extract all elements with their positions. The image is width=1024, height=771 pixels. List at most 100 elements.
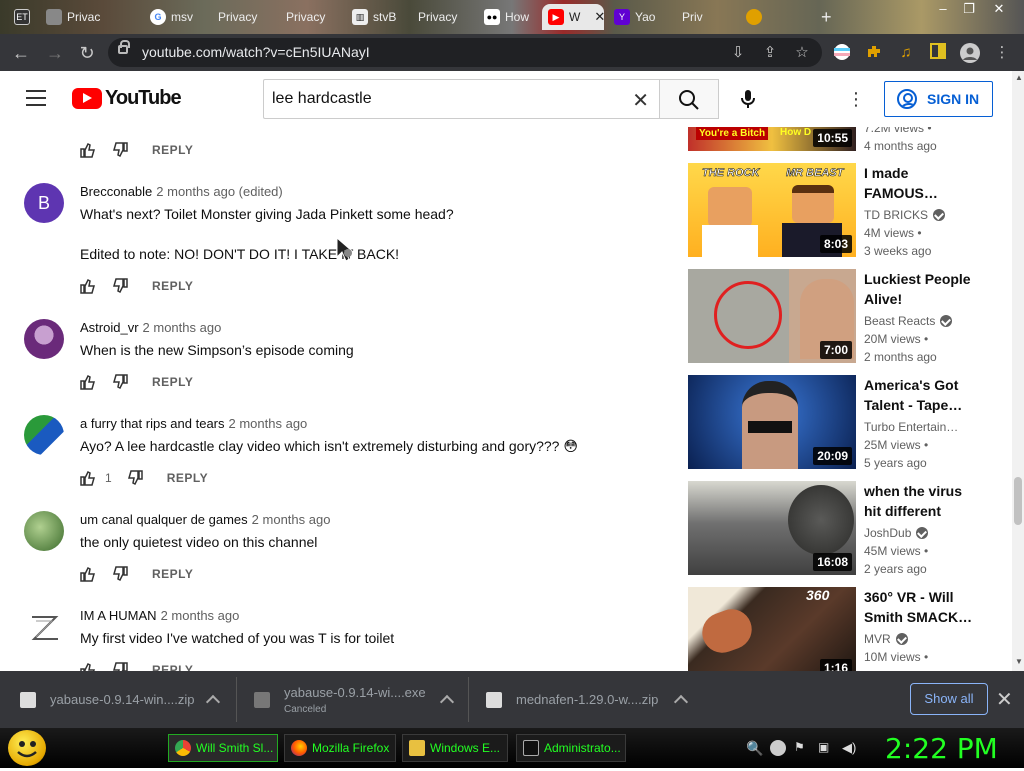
puzzle-extension-icon[interactable] [864, 43, 884, 63]
search-tray-icon[interactable]: 🔍 [746, 740, 763, 756]
tab-youtube-active[interactable]: ▶ W ✕ [542, 4, 604, 30]
profile-icon[interactable] [960, 43, 980, 63]
related-videos: You're a Bitch How D 10:55 7.2M views • … [0, 127, 1012, 671]
video-channel[interactable]: TD BRICKS [864, 208, 946, 222]
show-all-downloads-button[interactable]: Show all [910, 683, 988, 715]
scroll-up-icon[interactable]: ▲ [1015, 73, 1023, 82]
video-age: 5 years ago [864, 456, 927, 470]
bank-icon: ▥ [352, 9, 368, 25]
tab-privacy-1[interactable]: Privac [40, 4, 108, 30]
video-thumbnail[interactable]: 16:08 [688, 481, 856, 575]
taskbar-button-cmd[interactable]: Administrato... [516, 734, 626, 762]
close-window-icon[interactable]: ✕ [986, 0, 1012, 18]
back-icon[interactable]: ← [8, 40, 34, 66]
related-video[interactable]: THE ROCK MR BEAST 8:03 I made FAMOUS… TD… [688, 163, 1008, 259]
close-downloads-icon[interactable]: ✕ [996, 687, 1013, 712]
page-scrollbar[interactable]: ▲ ▼ [1012, 71, 1024, 671]
minimize-icon[interactable]: – [930, 0, 956, 18]
related-video[interactable]: 16:08 when the virus hit different JoshD… [688, 481, 1008, 577]
tab-privacy-2[interactable]: Privacy [212, 4, 280, 30]
zip-file-icon [486, 691, 502, 708]
download-item[interactable]: yabause-0.9.14-win....zip [20, 671, 232, 728]
search-input[interactable]: lee hardcastle ✕ [263, 79, 659, 119]
tab-close-icon[interactable]: ✕ [594, 9, 604, 25]
sidebar-icon[interactable] [928, 43, 948, 63]
scrollbar-thumb[interactable] [1014, 477, 1022, 525]
taskbar-button-chrome[interactable]: Will Smith Sl... [168, 734, 278, 762]
tab-privacy-5[interactable]: Priv [676, 4, 736, 30]
share-icon[interactable]: ⇪ [760, 43, 780, 63]
taskbar-button-explorer[interactable]: Windows E... [402, 734, 508, 762]
browser-tab-strip: ET Privac Gmsv Privacy Privacy ▥ stvB Pri… [0, 0, 1024, 34]
youtube-play-icon [72, 88, 102, 109]
address-bar[interactable]: youtube.com/watch?v=cEn5IUANayI [108, 38, 822, 67]
video-title[interactable]: Luckiest People Alive! [864, 269, 976, 309]
tab-icon [746, 9, 762, 25]
windows-taskbar: Will Smith Sl... Mozilla Firefox Windows… [0, 728, 1024, 768]
sign-in-button[interactable]: SIGN IN [884, 81, 993, 117]
volume-tray-icon[interactable]: ◀) [842, 740, 858, 756]
browser-menu-icon[interactable]: ⋮ [992, 43, 1012, 63]
video-channel[interactable]: Turbo Entertain… [864, 420, 958, 434]
start-button[interactable] [8, 730, 46, 766]
url-text: youtube.com/watch?v=cEn5IUANayI [142, 44, 370, 60]
related-video[interactable]: 360 1:16 360° VR - Will Smith SMACK… MVR… [688, 587, 1008, 671]
video-duration: 10:55 [813, 129, 852, 147]
taskbar-clock[interactable]: 2:22 PM [885, 732, 998, 765]
video-views: 4M views • [864, 226, 922, 240]
tray-app-icon[interactable] [770, 740, 786, 756]
reload-icon[interactable]: ↻ [74, 40, 100, 66]
tab-privacy-3[interactable]: Privacy [280, 4, 346, 30]
chevron-up-icon[interactable] [439, 694, 455, 710]
tab-et[interactable]: ET [8, 4, 38, 30]
video-thumbnail[interactable]: You're a Bitch How D 10:55 [688, 127, 856, 151]
tab-privacy-4[interactable]: Privacy [412, 4, 478, 30]
video-thumbnail[interactable]: 20:09 [688, 375, 856, 469]
download-item[interactable]: mednafen-1.29.0-w....zip [486, 671, 692, 728]
flag-extension-icon[interactable] [832, 43, 852, 63]
voice-search-icon[interactable] [736, 87, 760, 111]
download-item[interactable]: yabause-0.9.14-wi....exe Canceled [254, 671, 455, 728]
video-views: 45M views • [864, 544, 929, 558]
tab-bank[interactable]: ▥ stvB [346, 4, 412, 30]
video-channel[interactable]: JoshDub [864, 526, 929, 540]
restore-icon[interactable]: ❐ [956, 0, 982, 18]
tab-yahoo[interactable]: Y Yao [608, 4, 670, 30]
chevron-up-icon[interactable] [673, 694, 689, 710]
youtube-logo[interactable]: YouTube [72, 87, 182, 110]
video-title[interactable]: when the virus hit different [864, 481, 976, 521]
video-thumbnail[interactable]: 360 1:16 [688, 587, 856, 671]
download-status: Canceled [284, 703, 327, 715]
video-title[interactable]: I made FAMOUS… [864, 163, 976, 203]
video-thumbnail[interactable]: 7:00 [688, 269, 856, 363]
video-title[interactable]: 360° VR - Will Smith SMACK… [864, 587, 976, 627]
network-tray-icon[interactable]: ▣ [818, 740, 834, 756]
tab-google[interactable]: Gmsv [144, 4, 208, 30]
hamburger-menu-icon[interactable] [26, 90, 46, 106]
new-tab-button[interactable]: + [815, 4, 839, 30]
tab-last[interactable] [740, 4, 810, 30]
video-thumbnail[interactable]: THE ROCK MR BEAST 8:03 [688, 163, 856, 257]
settings-more-icon[interactable]: ⋮ [846, 87, 866, 111]
clear-search-icon[interactable]: ✕ [632, 88, 649, 113]
flag-tray-icon[interactable]: ⚑ [794, 740, 810, 756]
bookmark-star-icon[interactable]: ☆ [792, 43, 812, 63]
video-views: 10M views • [864, 650, 929, 664]
video-channel[interactable]: MVR [864, 632, 908, 646]
related-video[interactable]: 20:09 America's Got Talent - Tape… Turbo… [688, 375, 1008, 471]
forward-icon[interactable]: → [42, 40, 68, 66]
media-queue-icon[interactable]: ♫ [896, 43, 916, 63]
scroll-down-icon[interactable]: ▼ [1015, 657, 1023, 666]
search-button[interactable] [659, 79, 719, 119]
video-title[interactable]: America's Got Talent - Tape… [864, 375, 976, 415]
video-channel[interactable]: Beast Reacts [864, 314, 953, 328]
tab-medium[interactable]: ●● How [478, 4, 540, 30]
related-video[interactable]: You're a Bitch How D 10:55 7.2M views • … [688, 127, 1008, 153]
chevron-up-icon[interactable] [205, 694, 221, 710]
taskbar-button-firefox[interactable]: Mozilla Firefox [284, 734, 396, 762]
install-icon[interactable]: ⇩ [728, 43, 748, 63]
firefox-icon [291, 740, 307, 756]
youtube-header: YouTube lee hardcastle ✕ ⋮ SIGN IN [0, 71, 1012, 127]
related-video[interactable]: 7:00 Luckiest People Alive! Beast Reacts… [688, 269, 1008, 365]
chrome-icon [175, 740, 191, 756]
